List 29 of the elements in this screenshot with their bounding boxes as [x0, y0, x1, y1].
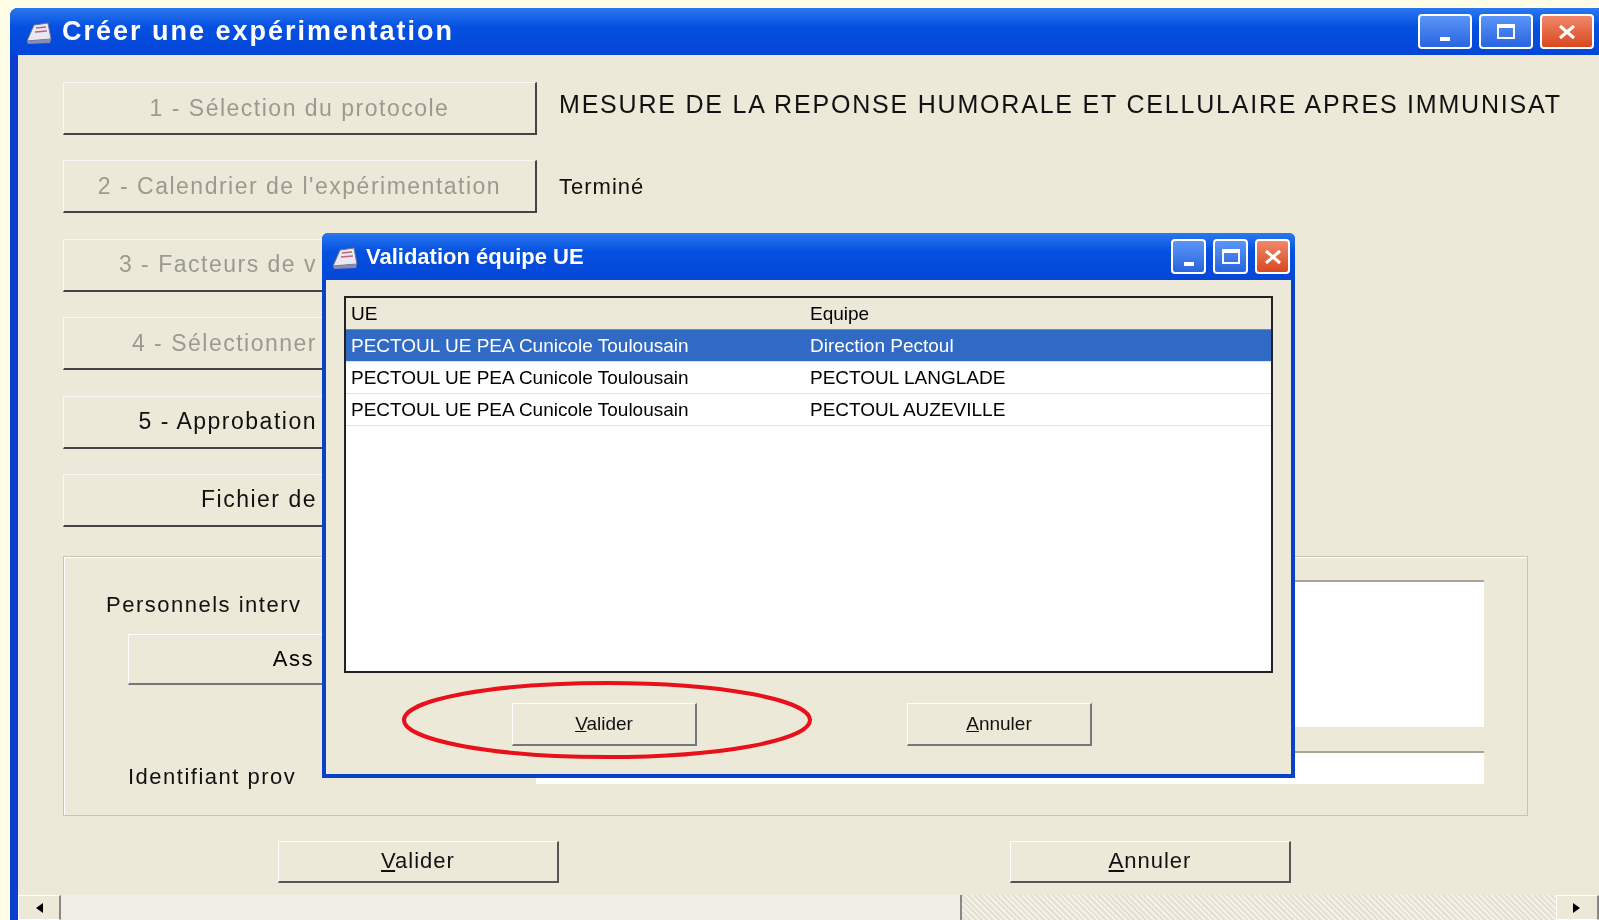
minimize-icon: [1183, 261, 1194, 266]
table-row[interactable]: PECTOUL UE PEA Cunicole Toulousain PECTOUL LANGLADE: [346, 362, 1271, 394]
table-cell-text: Direction Pectoul: [809, 334, 955, 357]
action-button[interactable]: Annuler: [1010, 840, 1291, 883]
left-arrow-icon: [34, 901, 44, 914]
maximize-button[interactable]: [1479, 14, 1533, 49]
scrollbar-thumb[interactable]: [61, 895, 962, 920]
right-arrow-icon: [1572, 901, 1582, 914]
field-label: Personnels interv: [106, 591, 303, 618]
minimize-button[interactable]: [1171, 239, 1206, 274]
field-label: Identifiant prov: [127, 763, 298, 790]
scroll-right-button[interactable]: [1556, 895, 1599, 920]
action-button[interactable]: Valider: [278, 840, 559, 883]
step-info: MESURE DE LA REPONSE HUMORALE ET CELLULAIRE APRES IMMUNISAT: [559, 90, 1562, 119]
table-cell-text: PECTOUL AUZEVILLE: [809, 398, 1007, 421]
minimize-icon: [1440, 36, 1450, 41]
minimize-button[interactable]: [1418, 14, 1472, 49]
window-title: Créer une expérimentation: [62, 16, 456, 47]
scroll-left-button[interactable]: [18, 895, 61, 920]
table-row[interactable]: PECTOUL UE PEA Cunicole Toulousain PECTOUL AUZEVILLE: [346, 394, 1271, 426]
table-cell-text: PECTOUL LANGLADE: [809, 366, 1007, 389]
column-header[interactable]: Equipe: [805, 302, 1271, 325]
action-button[interactable]: Valider: [512, 703, 697, 746]
close-button[interactable]: [1540, 14, 1594, 49]
maximize-button[interactable]: [1213, 239, 1248, 274]
step-info: Terminé: [559, 173, 645, 200]
close-button[interactable]: [1255, 239, 1290, 274]
table-row[interactable]: PECTOUL UE PEA Cunicole Toulousain Direction Pectoul: [346, 330, 1271, 362]
action-button[interactable]: Annuler: [907, 703, 1092, 746]
